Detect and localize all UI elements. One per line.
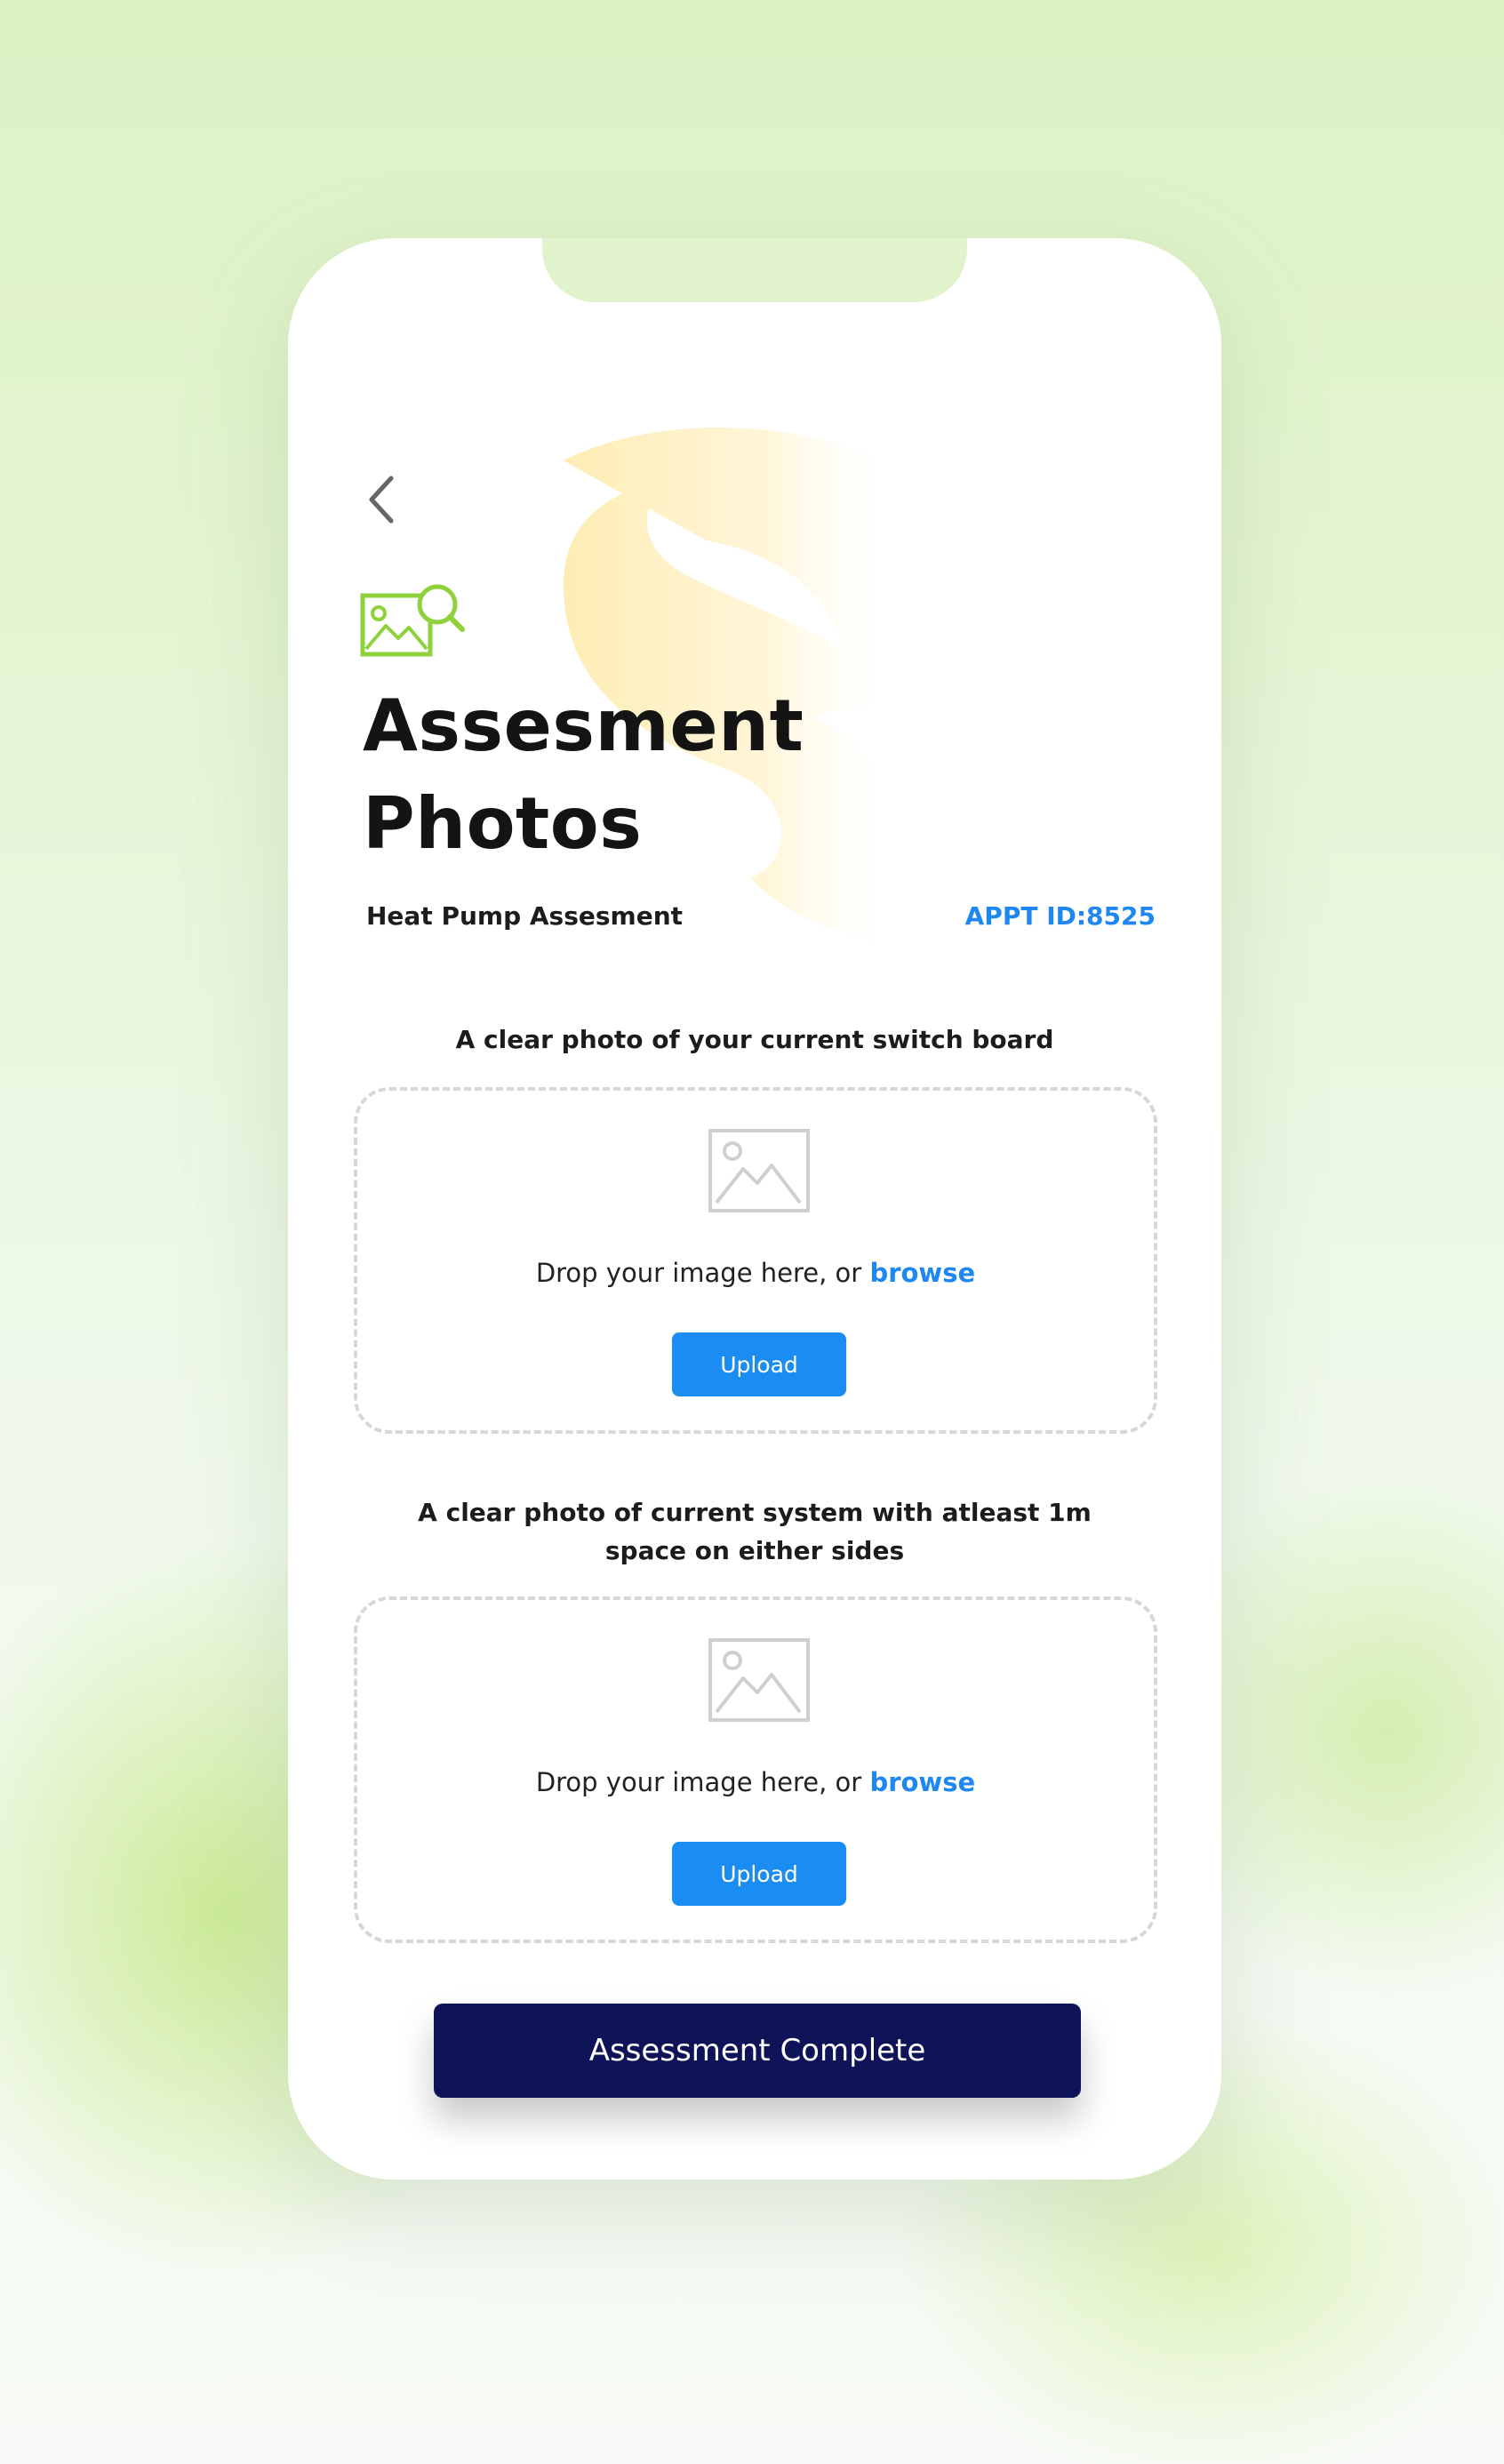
- drop-text: Drop your image here, or: [535, 1258, 870, 1288]
- assessment-type-label: Heat Pump Assesment: [366, 901, 684, 931]
- back-chevron-icon[interactable]: [364, 473, 400, 526]
- image-placeholder-icon: [708, 1638, 810, 1722]
- upload-button[interactable]: Upload: [672, 1842, 846, 1906]
- photo-prompt-system: A clear photo of current system with atl…: [418, 1498, 1092, 1565]
- phone-frame: Assesment Photos Heat Pump Assesment APP…: [288, 238, 1221, 2180]
- page-title-line2: Photos: [363, 782, 643, 865]
- browse-link[interactable]: browse: [869, 1258, 975, 1288]
- page-title-line1: Assesment: [363, 684, 804, 767]
- page-title: Assesment Photos: [363, 677, 985, 873]
- drop-instructions: Drop your image here, or browse: [357, 1258, 1154, 1288]
- drop-text: Drop your image here, or: [535, 1767, 870, 1797]
- upload-button[interactable]: Upload: [672, 1332, 846, 1396]
- phone-notch: [542, 238, 967, 302]
- browse-link[interactable]: browse: [869, 1767, 975, 1797]
- image-dropzone-system[interactable]: Drop your image here, or browse Upload: [354, 1596, 1157, 1943]
- image-search-icon: [360, 584, 465, 657]
- image-dropzone-switchboard[interactable]: Drop your image here, or browse Upload: [354, 1087, 1157, 1434]
- appointment-id: APPT ID:8525: [964, 901, 1156, 931]
- assessment-complete-button[interactable]: Assessment Complete: [434, 2004, 1081, 2098]
- photo-prompt-switchboard: A clear photo of your current switch boa…: [455, 1025, 1054, 1054]
- drop-instructions: Drop your image here, or browse: [357, 1767, 1154, 1797]
- image-placeholder-icon: [708, 1129, 810, 1212]
